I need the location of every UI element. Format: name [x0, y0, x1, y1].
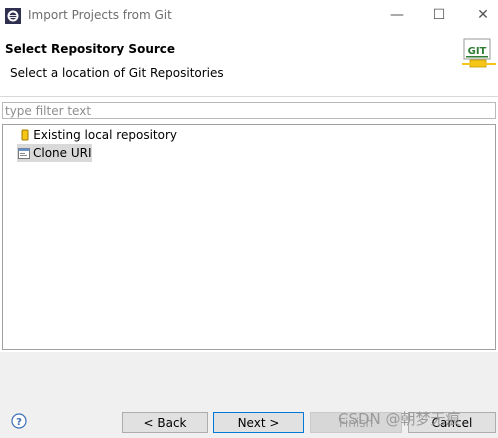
page-title: Select Repository Source: [5, 42, 176, 56]
page-description: Select a location of Git Repositories: [10, 66, 224, 80]
next-button[interactable]: Next >: [213, 412, 304, 433]
csdn-watermark: CSDN @朝梦无痕: [338, 410, 461, 428]
repository-icon: [19, 128, 31, 142]
tree-item-label: Clone URI: [33, 146, 92, 160]
clone-uri-icon: [17, 146, 31, 160]
git-logo-label: GIT: [468, 46, 487, 57]
repository-source-tree[interactable]: Existing local repository Clone URI: [2, 124, 496, 350]
maximize-icon: ☐: [432, 7, 446, 23]
maximize-button[interactable]: ☐: [428, 4, 450, 26]
close-button[interactable]: ✕: [472, 4, 494, 26]
minimize-button[interactable]: —: [386, 4, 408, 26]
minimize-icon: —: [390, 7, 404, 23]
git-logo-icon: GIT: [462, 38, 496, 68]
tree-item-clone-uri[interactable]: Clone URI: [17, 144, 92, 162]
tree-item-label: Existing local repository: [33, 128, 177, 142]
wizard-banner: Select Repository Source Select a locati…: [0, 32, 498, 97]
title-bar[interactable]: Import Projects from Git — ☐ ✕: [0, 0, 498, 32]
svg-text:?: ?: [16, 417, 22, 428]
back-button[interactable]: < Back: [122, 412, 208, 433]
filter-input[interactable]: [2, 102, 496, 119]
window-title: Import Projects from Git: [28, 8, 172, 22]
help-icon[interactable]: ?: [11, 413, 27, 429]
close-icon: ✕: [477, 7, 489, 23]
tree-item-existing-local-repository[interactable]: Existing local repository: [19, 126, 177, 144]
eclipse-app-icon: [5, 8, 21, 24]
